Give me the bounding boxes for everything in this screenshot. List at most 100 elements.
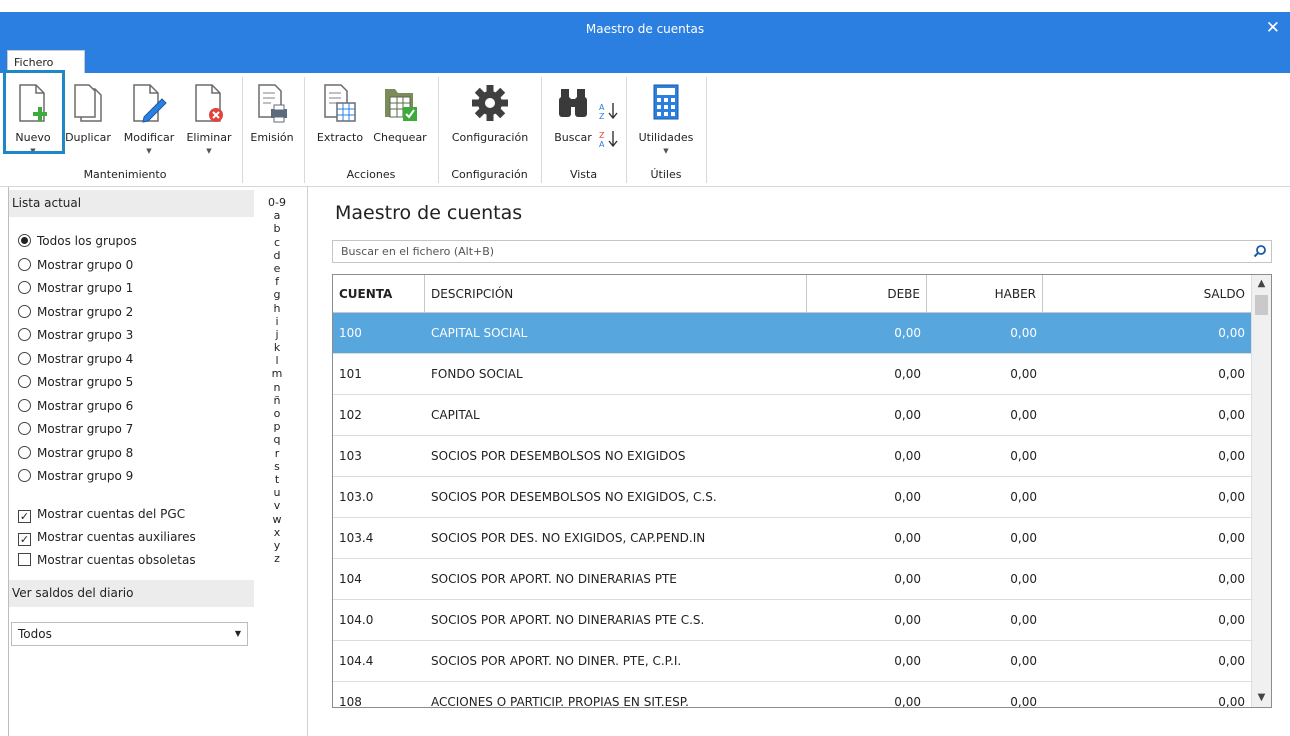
radio-option[interactable]: Mostrar grupo 1 <box>18 278 133 298</box>
cell-saldo: 0,00 <box>1218 490 1245 504</box>
utilidades-button[interactable]: Utilidades ▼ <box>632 79 700 157</box>
alphabet-letter[interactable]: i <box>262 315 292 328</box>
checkbox-checked-icon[interactable]: ✓ <box>18 533 31 546</box>
radio-option[interactable]: Mostrar grupo 3 <box>18 325 133 345</box>
alphabet-letter[interactable]: h <box>262 302 292 315</box>
checkbox-option[interactable]: ✓ Mostrar cuentas del PGC <box>18 504 185 524</box>
alphabet-letter[interactable]: n <box>262 381 292 394</box>
column-header-cuenta[interactable]: CUENTA <box>333 275 425 313</box>
radio-label: Mostrar grupo 0 <box>37 257 134 272</box>
duplicar-button[interactable]: Duplicar <box>60 79 116 157</box>
modificar-button[interactable]: Modificar ▼ <box>118 79 180 157</box>
alphabet-letter[interactable]: m <box>262 367 292 380</box>
duplicar-label: Duplicar <box>65 131 111 144</box>
alphabet-letter[interactable]: g <box>262 288 292 301</box>
ribbon-tabstrip: Fichero <box>0 46 1290 73</box>
column-header-saldo[interactable]: SALDO <box>1043 275 1251 313</box>
radio-option[interactable]: Mostrar grupo 8 <box>18 443 133 463</box>
emision-button[interactable]: Emisión <box>246 79 298 157</box>
table-row[interactable]: 108 ACCIONES O PARTICIP. PROPIAS EN SIT.E… <box>333 682 1251 707</box>
search-placeholder: Buscar en el fichero (Alt+B) <box>341 245 495 258</box>
radio-button[interactable] <box>18 398 31 412</box>
column-header-haber[interactable]: HABER <box>927 275 1043 313</box>
radio-button[interactable] <box>18 445 31 459</box>
alphabet-letter[interactable]: b <box>262 222 292 235</box>
alphabet-letter[interactable]: ñ <box>262 394 292 407</box>
radio-button[interactable] <box>18 257 31 271</box>
radio-option[interactable]: Mostrar grupo 4 <box>18 349 133 369</box>
radio-button[interactable] <box>18 375 31 388</box>
radio-button[interactable] <box>18 351 31 365</box>
alphabet-letter[interactable]: d <box>262 249 292 262</box>
table-row[interactable]: 100 CAPITAL SOCIAL 0,00 0,00 0,00 <box>333 313 1251 354</box>
alphabet-letter[interactable]: k <box>262 341 292 354</box>
alphabet-letter[interactable]: c <box>262 236 292 249</box>
table-row[interactable]: 103 SOCIOS POR DESEMBOLSOS NO EXIGIDOS 0,0… <box>333 436 1251 477</box>
alphabet-letter[interactable]: r <box>262 447 292 460</box>
scroll-up-icon[interactable]: ▲ <box>1252 275 1271 293</box>
alphabet-letter[interactable]: y <box>262 539 292 552</box>
alphabet-letter[interactable]: a <box>262 209 292 222</box>
scroll-down-icon[interactable]: ▼ <box>1252 689 1271 707</box>
checkbox-option[interactable]: Mostrar cuentas obsoletas <box>18 550 196 570</box>
radio-button[interactable] <box>18 281 31 294</box>
sort-descending-button[interactable]: Z A <box>598 129 620 149</box>
search-icon[interactable] <box>1253 244 1267 265</box>
buscar-button[interactable]: Buscar <box>549 79 597 157</box>
column-header-descripcion[interactable]: DESCRIPCIÓN <box>425 275 807 313</box>
alphabet-letter[interactable]: z <box>262 552 292 565</box>
table-row[interactable]: 104.0 SOCIOS POR APORT. NO DINERARIAS PTE… <box>333 600 1251 641</box>
chequear-button[interactable]: Chequear <box>368 79 432 157</box>
radio-option[interactable]: Todos los grupos <box>18 231 137 251</box>
radio-option[interactable]: Mostrar grupo 9 <box>18 466 133 486</box>
radio-option[interactable]: Mostrar grupo 7 <box>18 419 133 439</box>
alphabet-letter[interactable]: s <box>262 460 292 473</box>
alphabet-letter[interactable]: t <box>262 473 292 486</box>
radio-button[interactable] <box>18 304 31 318</box>
saldos-select[interactable]: Todos ▼ <box>11 622 248 646</box>
table-row[interactable]: 104 SOCIOS POR APORT. NO DINERARIAS PTE 0,… <box>333 559 1251 600</box>
configuracion-button[interactable]: Configuración <box>444 79 536 157</box>
extracto-button[interactable]: Extracto <box>312 79 368 157</box>
alphabet-letter[interactable]: 0-9 <box>262 196 292 209</box>
vertical-scrollbar[interactable]: ▲ ▼ <box>1251 275 1271 707</box>
alphabet-letter[interactable]: j <box>262 328 292 341</box>
radio-option[interactable]: Mostrar grupo 0 <box>18 255 133 275</box>
sort-ascending-button[interactable]: A Z <box>598 101 620 121</box>
close-button[interactable]: ✕ <box>1266 12 1280 46</box>
radio-button[interactable] <box>18 469 31 482</box>
table-row[interactable]: 104.4 SOCIOS POR APORT. NO DINER. PTE, C.… <box>333 641 1251 682</box>
radio-option[interactable]: Mostrar grupo 6 <box>18 396 133 416</box>
checkbox-unchecked-icon[interactable] <box>18 553 31 566</box>
alphabet-letter[interactable]: f <box>262 275 292 288</box>
radio-button[interactable] <box>18 422 31 435</box>
radio-button[interactable] <box>18 328 31 341</box>
alphabet-letter[interactable]: l <box>262 354 292 367</box>
cell-debe: 0,00 <box>894 654 921 668</box>
alphabet-letter[interactable]: w <box>262 513 292 526</box>
radio-option[interactable]: Mostrar grupo 5 <box>18 372 133 392</box>
radio-option[interactable]: Mostrar grupo 2 <box>18 302 133 322</box>
alphabet-letter[interactable]: p <box>262 420 292 433</box>
tab-fichero[interactable]: Fichero <box>7 50 85 73</box>
search-input[interactable]: Buscar en el fichero (Alt+B) <box>332 240 1272 263</box>
alphabet-letter[interactable]: e <box>262 262 292 275</box>
eliminar-button[interactable]: Eliminar ▼ <box>182 79 236 157</box>
alphabet-letter[interactable]: u <box>262 486 292 499</box>
utilidades-label: Utilidades <box>638 131 694 144</box>
nuevo-button[interactable]: Nuevo ▼ <box>10 79 56 157</box>
alphabet-letter[interactable]: o <box>262 407 292 420</box>
alphabet-letter[interactable]: q <box>262 433 292 446</box>
checkbox-option[interactable]: ✓ Mostrar cuentas auxiliares <box>18 527 196 547</box>
ribbon-separator <box>706 77 707 183</box>
radio-button[interactable] <box>18 234 31 247</box>
checkbox-checked-icon[interactable]: ✓ <box>18 510 31 523</box>
alphabet-letter[interactable]: x <box>262 526 292 539</box>
table-row[interactable]: 102 CAPITAL 0,00 0,00 0,00 <box>333 395 1251 436</box>
table-row[interactable]: 103.4 SOCIOS POR DES. NO EXIGIDOS, CAP.PE… <box>333 518 1251 559</box>
scroll-thumb[interactable] <box>1255 295 1268 315</box>
column-header-debe[interactable]: DEBE <box>807 275 927 313</box>
alphabet-letter[interactable]: v <box>262 499 292 512</box>
table-row[interactable]: 103.0 SOCIOS POR DESEMBOLSOS NO EXIGIDOS,… <box>333 477 1251 518</box>
table-row[interactable]: 101 FONDO SOCIAL 0,00 0,00 0,00 <box>333 354 1251 395</box>
